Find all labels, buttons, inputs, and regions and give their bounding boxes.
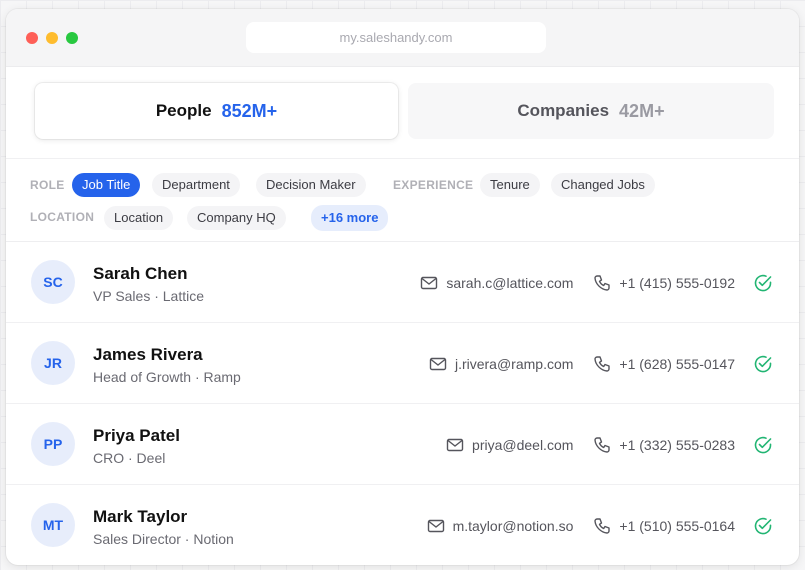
contact-details: sarah.c@lattice.com +1 (415) 555-0192 <box>420 242 773 323</box>
avatar: JR <box>31 341 75 385</box>
mail-icon <box>427 519 444 532</box>
address-bar[interactable]: my.saleshandy.com <box>246 22 546 53</box>
contact-details: m.taylor@notion.so +1 (510) 555-0164 <box>427 485 773 565</box>
contact-email[interactable]: sarah.c@lattice.com <box>446 275 573 291</box>
mail-icon <box>429 357 447 370</box>
phone-icon <box>594 436 611 453</box>
contact-email[interactable]: priya@deel.com <box>472 437 573 453</box>
filter-chip-changed-jobs[interactable]: Changed Jobs <box>551 173 655 197</box>
contact-row[interactable]: SC Sarah Chen VP Sales · Lattice sarah.c… <box>6 242 799 323</box>
contact-phone[interactable]: +1 (628) 555-0147 <box>619 356 735 372</box>
phone-icon <box>594 274 611 291</box>
url-text: my.saleshandy.com <box>339 30 453 45</box>
verified-check-icon <box>754 517 772 534</box>
mail-icon <box>421 276 438 289</box>
filter-chip-decision-maker[interactable]: Decision Maker <box>256 173 366 197</box>
contact-name: Mark Taylor <box>93 507 188 526</box>
avatar: SC <box>31 260 75 304</box>
contact-row[interactable]: JR James Rivera Head of Growth · Ramp j.… <box>6 323 799 404</box>
contact-title-company: Head of Growth · Ramp <box>93 369 241 385</box>
filter-chip-location[interactable]: Location <box>104 206 174 230</box>
contact-list: SC Sarah Chen VP Sales · Lattice sarah.c… <box>6 242 799 565</box>
filter-label-role: ROLE <box>30 178 65 192</box>
verified-check-icon <box>754 355 772 372</box>
filter-chip-tenure[interactable]: Tenure <box>480 173 540 197</box>
maximize-window-button[interactable] <box>66 32 78 44</box>
contact-name: Sarah Chen <box>93 264 188 283</box>
contact-title-company: Sales Director · Notion <box>93 531 234 547</box>
contact-name: Priya Patel <box>93 426 180 445</box>
contact-email[interactable]: j.rivera@ramp.com <box>455 356 573 372</box>
tab-companies-count: 42M+ <box>619 100 665 121</box>
contact-email[interactable]: m.taylor@notion.so <box>453 518 574 534</box>
phone-icon <box>594 355 611 372</box>
filter-chip-job-title[interactable]: Job Title <box>72 173 141 197</box>
contact-row[interactable]: MT Mark Taylor Sales Director · Notion m… <box>6 485 799 565</box>
contact-row[interactable]: PP Priya Patel CRO · Deel priya@deel.com… <box>6 404 799 485</box>
phone-icon <box>594 517 611 534</box>
contact-title-company: CRO · Deel <box>93 450 166 466</box>
tab-companies-label: Companies <box>517 101 610 120</box>
contact-phone[interactable]: +1 (415) 555-0192 <box>619 275 735 291</box>
tab-people[interactable]: People 852M+ <box>35 83 398 139</box>
contact-phone[interactable]: +1 (332) 555-0283 <box>619 437 735 453</box>
close-window-button[interactable] <box>26 32 38 44</box>
avatar: PP <box>31 422 75 466</box>
contact-details: j.rivera@ramp.com +1 (628) 555-0147 <box>429 323 773 404</box>
tab-people-count: 852M+ <box>221 100 278 121</box>
filter-chip-company-hq[interactable]: Company HQ <box>187 206 286 230</box>
avatar: MT <box>31 503 75 547</box>
tab-companies[interactable]: Companies 42M+ <box>408 83 774 139</box>
contact-name: James Rivera <box>93 345 203 364</box>
tab-people-label: People <box>155 101 212 120</box>
filter-label-experience: EXPERIENCE <box>393 178 474 192</box>
verified-check-icon <box>754 436 772 453</box>
filter-label-location: LOCATION <box>30 210 95 224</box>
contact-phone[interactable]: +1 (510) 555-0164 <box>619 518 735 534</box>
filter-panel: ROLE Job Title Department Decision Maker… <box>6 159 799 242</box>
more-filters-button[interactable]: +16 more <box>311 205 389 231</box>
contact-details: priya@deel.com +1 (332) 555-0283 <box>446 404 773 485</box>
filter-chip-department[interactable]: Department <box>152 173 240 197</box>
minimize-window-button[interactable] <box>46 32 58 44</box>
browser-window: my.saleshandy.com People 852M+ Companies… <box>6 9 799 565</box>
contact-title-company: VP Sales · Lattice <box>93 288 205 304</box>
mail-icon <box>446 438 464 451</box>
search-type-tabs: People 852M+ Companies 42M+ <box>6 67 799 159</box>
browser-titlebar: my.saleshandy.com <box>6 9 799 67</box>
verified-check-icon <box>754 274 772 291</box>
